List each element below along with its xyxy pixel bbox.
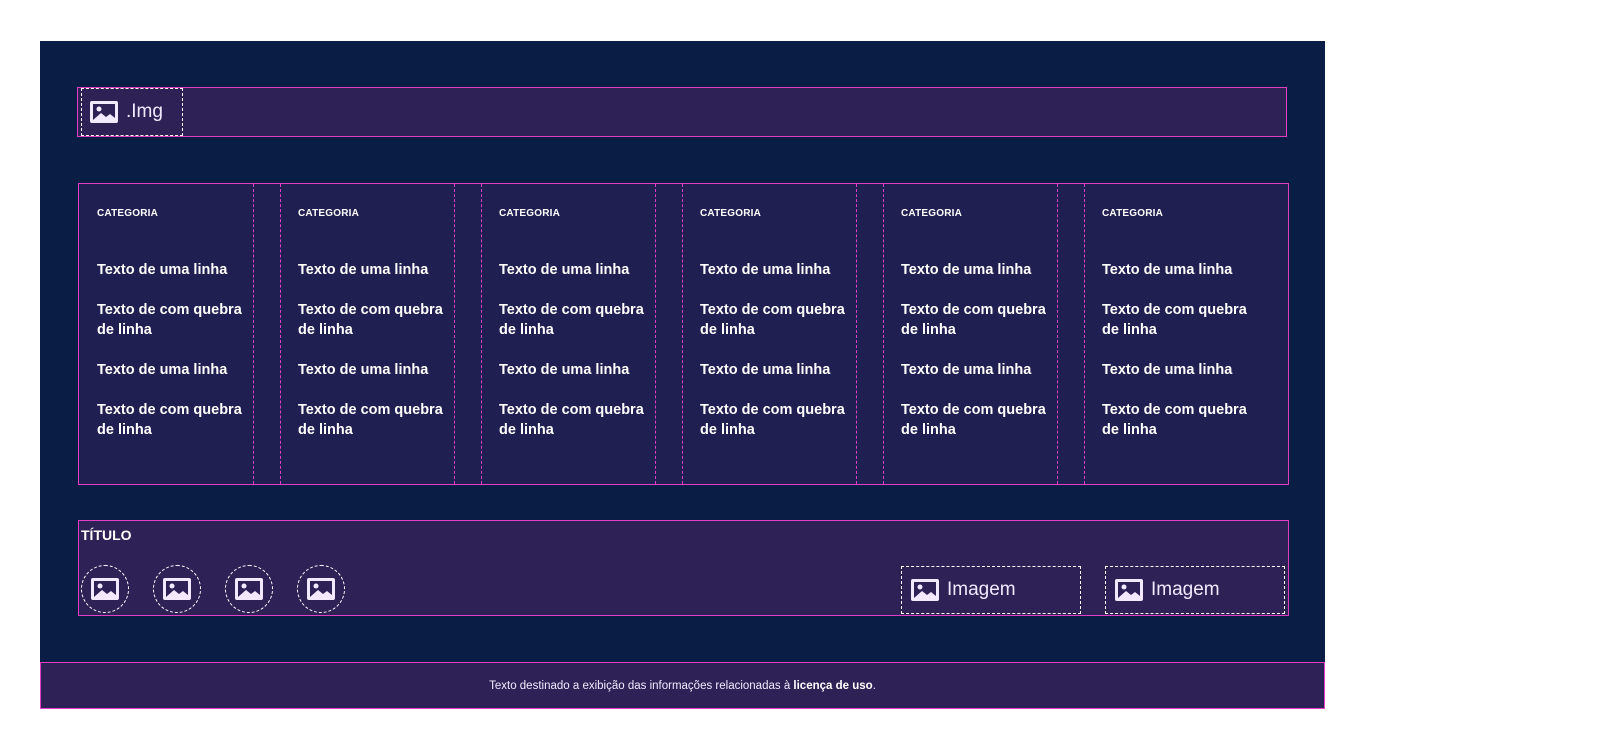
image-badge-2[interactable]: Imagem bbox=[1105, 566, 1285, 614]
image-icon bbox=[91, 578, 119, 600]
column-gutter bbox=[656, 184, 682, 484]
column-link[interactable]: Texto de uma linha bbox=[298, 260, 448, 280]
column-link[interactable]: Texto de com quebra de linha bbox=[700, 300, 850, 340]
link-column: CATEGORIA Texto de uma linha Texto de com … bbox=[481, 184, 656, 484]
column-link[interactable]: Texto de com quebra de linha bbox=[1102, 400, 1252, 440]
column-link[interactable]: Texto de com quebra de linha bbox=[700, 400, 850, 440]
column-link[interactable]: Texto de com quebra de linha bbox=[499, 300, 649, 340]
image-badge-label: Imagem bbox=[947, 579, 1016, 600]
column-link[interactable]: Texto de uma linha bbox=[700, 360, 850, 380]
column-divider bbox=[280, 184, 281, 484]
license-text: Texto destinado a exibição das informaçõ… bbox=[489, 679, 791, 692]
social-icon-1[interactable] bbox=[81, 565, 129, 613]
image-icon bbox=[307, 578, 335, 600]
logo-placeholder[interactable]: .Img bbox=[81, 88, 183, 136]
column-link[interactable]: Texto de com quebra de linha bbox=[298, 300, 448, 340]
social-icon-4[interactable] bbox=[297, 565, 345, 613]
column-divider bbox=[253, 184, 254, 484]
column-divider bbox=[856, 184, 857, 484]
column-link[interactable]: Texto de com quebra de linha bbox=[1102, 300, 1252, 340]
image-icon bbox=[1115, 579, 1143, 601]
license-bar: Texto destinado a exibição das informaçõ… bbox=[40, 662, 1325, 709]
column-link[interactable]: Texto de com quebra de linha bbox=[97, 400, 247, 440]
column-link[interactable]: Texto de com quebra de linha bbox=[901, 400, 1051, 440]
column-link[interactable]: Texto de uma linha bbox=[1102, 360, 1252, 380]
column-link[interactable]: Texto de com quebra de linha bbox=[901, 300, 1051, 340]
link-column: CATEGORIA Texto de uma linha Texto de com … bbox=[79, 184, 254, 484]
column-link[interactable]: Texto de uma linha bbox=[700, 260, 850, 280]
column-gutter bbox=[1058, 184, 1084, 484]
column-category: CATEGORIA bbox=[499, 208, 561, 219]
column-link[interactable]: Texto de com quebra de linha bbox=[97, 300, 247, 340]
column-link[interactable]: Texto de uma linha bbox=[97, 260, 247, 280]
column-link[interactable]: Texto de uma linha bbox=[97, 360, 247, 380]
column-link[interactable]: Texto de uma linha bbox=[499, 360, 649, 380]
column-divider bbox=[682, 184, 683, 484]
link-column: CATEGORIA Texto de uma linha Texto de com … bbox=[883, 184, 1058, 484]
column-link[interactable]: Texto de uma linha bbox=[499, 260, 649, 280]
social-title: TÍTULO bbox=[81, 527, 132, 543]
logo-label: .Img bbox=[126, 101, 163, 122]
column-gutter bbox=[254, 184, 280, 484]
column-category: CATEGORIA bbox=[97, 208, 159, 219]
social-bar: TÍTULO Imagem Imagem bbox=[78, 520, 1289, 616]
column-divider bbox=[655, 184, 656, 484]
logo-bar: .Img bbox=[77, 87, 1287, 137]
social-icon-2[interactable] bbox=[153, 565, 201, 613]
column-divider bbox=[481, 184, 482, 484]
column-category: CATEGORIA bbox=[700, 208, 762, 219]
image-icon bbox=[911, 579, 939, 601]
social-icon-3[interactable] bbox=[225, 565, 273, 613]
column-link[interactable]: Texto de uma linha bbox=[901, 260, 1051, 280]
image-badge-label: Imagem bbox=[1151, 579, 1220, 600]
image-icon bbox=[163, 578, 191, 600]
column-link[interactable]: Texto de com quebra de linha bbox=[298, 400, 448, 440]
license-end: . bbox=[872, 679, 876, 692]
column-link[interactable]: Texto de uma linha bbox=[901, 360, 1051, 380]
column-link[interactable]: Texto de uma linha bbox=[1102, 260, 1252, 280]
link-columns: CATEGORIA Texto de uma linha Texto de com … bbox=[78, 183, 1289, 485]
license-link[interactable]: licença de uso bbox=[793, 680, 872, 692]
image-badge-1[interactable]: Imagem bbox=[901, 566, 1081, 614]
link-column: CATEGORIA Texto de uma linha Texto de com … bbox=[280, 184, 455, 484]
link-column: CATEGORIA Texto de uma linha Texto de com … bbox=[1084, 184, 1259, 484]
column-gutter bbox=[857, 184, 883, 484]
column-category: CATEGORIA bbox=[1102, 208, 1164, 219]
column-divider bbox=[1057, 184, 1058, 484]
column-category: CATEGORIA bbox=[901, 208, 963, 219]
column-gutter bbox=[455, 184, 481, 484]
link-column: CATEGORIA Texto de uma linha Texto de com … bbox=[682, 184, 857, 484]
column-category: CATEGORIA bbox=[298, 208, 360, 219]
image-icon bbox=[90, 101, 118, 123]
column-link[interactable]: Texto de uma linha bbox=[298, 360, 448, 380]
column-divider bbox=[1084, 184, 1085, 484]
image-icon bbox=[235, 578, 263, 600]
column-divider bbox=[883, 184, 884, 484]
column-link[interactable]: Texto de com quebra de linha bbox=[499, 400, 649, 440]
column-divider bbox=[454, 184, 455, 484]
